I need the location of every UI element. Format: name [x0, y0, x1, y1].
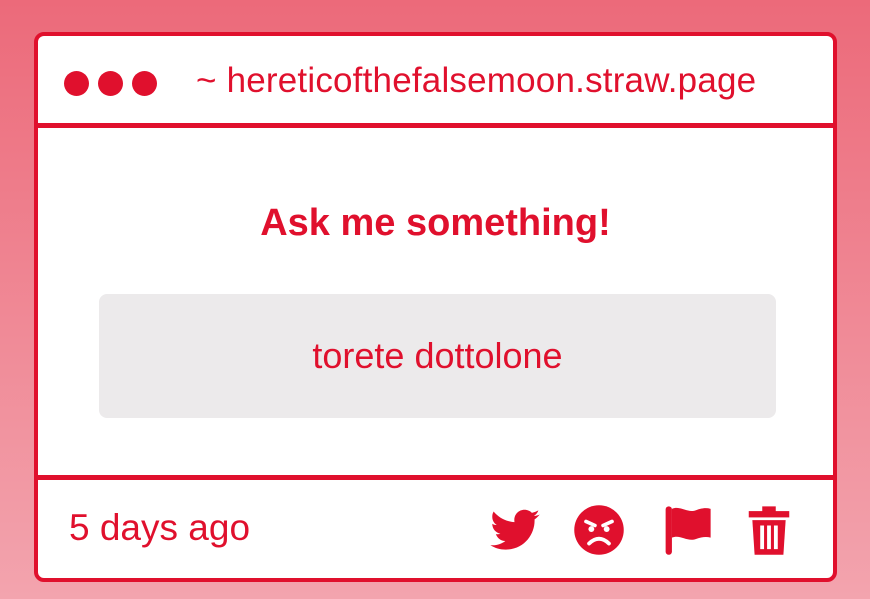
window-dot-1 — [64, 71, 89, 96]
window-dot-3 — [132, 71, 157, 96]
flag-icon[interactable] — [660, 503, 714, 557]
page-url[interactable]: ~ hereticofthefalsemoon.straw.page — [196, 61, 756, 101]
question-text: torete dottolone — [99, 294, 776, 418]
angry-face-icon[interactable] — [572, 503, 626, 557]
window-dot-2 — [98, 71, 123, 96]
ask-card: ~ hereticofthefalsemoon.straw.page Ask m… — [34, 32, 837, 582]
timestamp: 5 days ago — [69, 507, 251, 548]
trash-icon[interactable] — [742, 503, 796, 557]
window-titlebar: ~ hereticofthefalsemoon.straw.page — [38, 36, 833, 128]
twitter-icon[interactable] — [488, 503, 542, 557]
page-title: Ask me something! — [260, 202, 611, 244]
card-footer: 5 days ago — [38, 475, 833, 578]
window-controls — [64, 71, 157, 96]
question-panel: Ask me something! torete dottolone — [38, 128, 833, 478]
